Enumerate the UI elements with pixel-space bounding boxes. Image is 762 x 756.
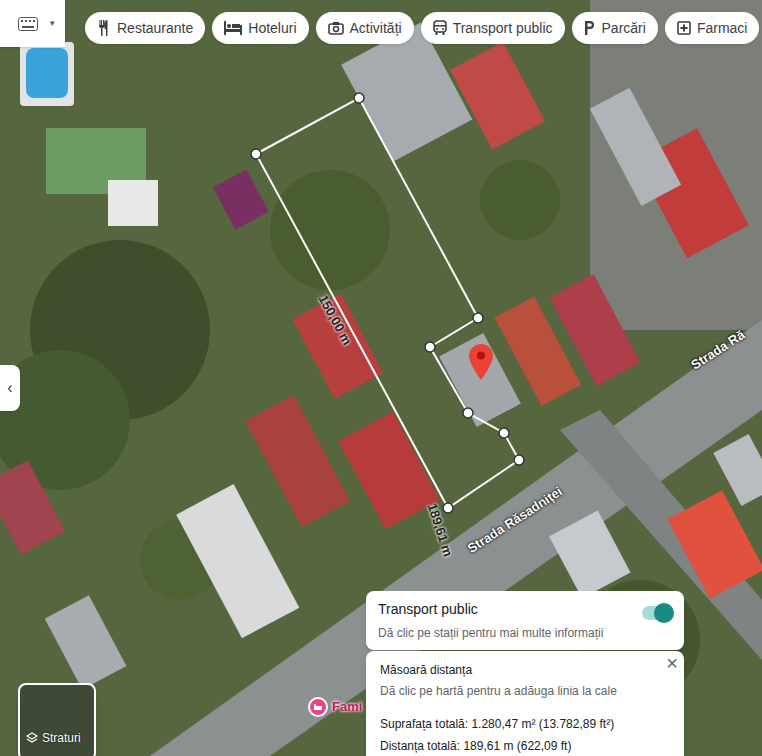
hotel-icon bbox=[308, 697, 328, 717]
parking-icon bbox=[584, 21, 596, 35]
chip[interactable]: Parcări bbox=[572, 12, 658, 44]
measure-hint: Dă clic pe hartă pentru a adăuga linia l… bbox=[380, 682, 670, 700]
chip[interactable]: Restaurante bbox=[85, 12, 205, 44]
collapse-tab[interactable]: ‹ bbox=[0, 365, 20, 411]
top-bar: ▾ Restaurante Hoteluri Activități Transp… bbox=[0, 0, 762, 44]
panel-title: Transport public bbox=[378, 599, 603, 620]
keyboard-icon bbox=[18, 17, 38, 31]
bus-icon bbox=[433, 20, 447, 36]
keyboard-button[interactable]: ▾ bbox=[0, 0, 65, 47]
map[interactable]: 150,00 m 189,61 m Strada Răsadniței Stra… bbox=[0, 0, 762, 756]
layers-icon bbox=[26, 732, 38, 744]
hotel-icon bbox=[224, 21, 242, 35]
chip[interactable]: Transport public bbox=[421, 12, 565, 44]
close-button[interactable]: × bbox=[666, 651, 678, 675]
layers-label: Straturi bbox=[42, 729, 81, 747]
location-pin-icon[interactable] bbox=[469, 344, 493, 380]
measure-panel: × Măsoară distanța Dă clic pe hartă pent… bbox=[366, 651, 684, 756]
pharmacy-icon bbox=[677, 21, 691, 35]
measure-title: Măsoară distanța bbox=[380, 661, 670, 679]
chip[interactable]: Activități bbox=[316, 12, 414, 44]
place-marker[interactable]: Fami bbox=[308, 697, 362, 717]
measure-area: Suprafața totală: 1.280,47 m² (13.782,89… bbox=[380, 715, 670, 733]
restaurant-icon bbox=[97, 20, 111, 36]
chip-row: Restaurante Hoteluri Activități Transpor… bbox=[85, 12, 759, 44]
chevron-left-icon: ‹ bbox=[7, 376, 12, 400]
transport-panel: Transport public Dă clic pe stații pentr… bbox=[366, 591, 684, 650]
panel-subtitle: Dă clic pe stații pentru mai multe infor… bbox=[378, 624, 603, 642]
measure-distance: Distanța totală: 189,61 m (622,09 ft) bbox=[380, 737, 670, 755]
camera-icon bbox=[328, 21, 344, 35]
transport-toggle[interactable] bbox=[642, 606, 672, 620]
place-label: Fami bbox=[332, 697, 362, 717]
layers-button[interactable]: Straturi bbox=[18, 683, 96, 756]
chip[interactable]: Farmaci bbox=[665, 12, 760, 44]
chip[interactable]: Hoteluri bbox=[212, 12, 308, 44]
toggle-knob bbox=[654, 603, 674, 623]
